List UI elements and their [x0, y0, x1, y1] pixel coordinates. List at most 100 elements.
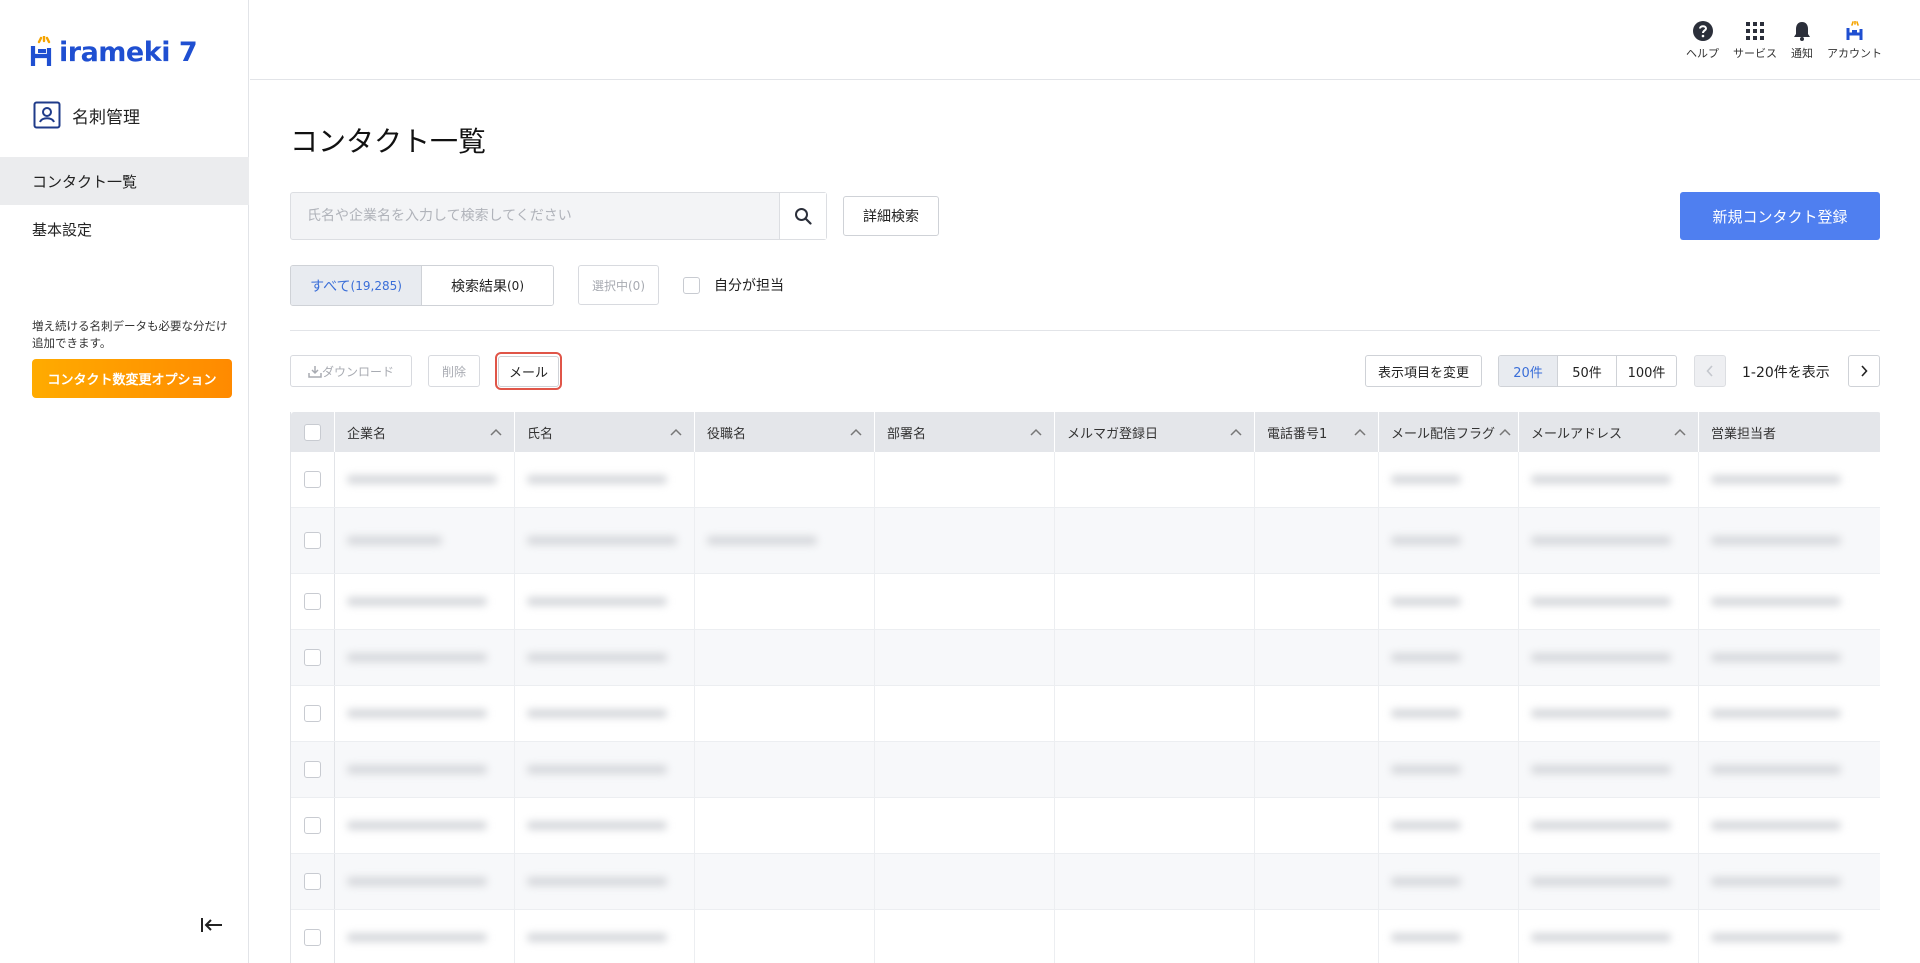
mail-button[interactable]: メール — [495, 352, 562, 390]
column-header-title[interactable]: 役職名 — [695, 412, 875, 452]
row-checkbox[interactable] — [304, 649, 321, 666]
row-checkbox[interactable] — [304, 929, 321, 946]
column-header-newsletter-date[interactable]: メルマガ登録日 — [1055, 412, 1255, 452]
table-cell — [1519, 686, 1699, 741]
redacted-value — [1711, 536, 1841, 545]
delete-button[interactable]: 削除 — [428, 355, 480, 387]
sidebar-item-basic-settings[interactable]: 基本設定 — [0, 205, 249, 253]
column-header-email[interactable]: メールアドレス — [1519, 412, 1699, 452]
redacted-value — [1531, 877, 1671, 886]
sort-up-icon — [670, 428, 682, 436]
new-contact-button[interactable]: 新規コンタクト登録 — [1680, 192, 1880, 240]
column-header-company[interactable]: 企業名 — [335, 412, 515, 452]
collapse-sidebar-button[interactable] — [198, 915, 226, 937]
account-button[interactable]: アカウント — [1827, 20, 1882, 61]
table-cell — [1519, 910, 1699, 963]
table-cell — [1699, 742, 1880, 797]
redacted-value — [1531, 933, 1671, 942]
prev-page-button[interactable] — [1694, 355, 1726, 387]
redacted-value — [1711, 933, 1841, 942]
table-row[interactable] — [291, 798, 1880, 854]
next-page-button[interactable] — [1848, 355, 1880, 387]
row-checkbox[interactable] — [304, 593, 321, 610]
column-header-phone[interactable]: 電話番号1 — [1255, 412, 1379, 452]
tab-search-results[interactable]: 検索結果 (0) — [422, 266, 553, 305]
table-row[interactable] — [291, 742, 1880, 798]
table-cell — [875, 798, 1055, 853]
table-cell — [1055, 574, 1255, 629]
table-cell — [695, 452, 875, 507]
grid-icon — [1746, 22, 1764, 40]
redacted-value — [1391, 653, 1461, 662]
table-row[interactable] — [291, 910, 1880, 963]
row-checkbox-cell — [291, 854, 335, 909]
checkbox[interactable] — [683, 276, 700, 294]
search-input[interactable] — [291, 193, 779, 239]
row-checkbox[interactable] — [304, 471, 321, 488]
table-cell — [1519, 452, 1699, 507]
redacted-value — [1711, 709, 1841, 718]
table-cell — [1379, 742, 1519, 797]
download-button[interactable]: ダウンロード — [290, 355, 412, 387]
redacted-value — [1531, 536, 1671, 545]
table-row[interactable] — [291, 574, 1880, 630]
table-row[interactable] — [291, 452, 1880, 508]
table-row[interactable] — [291, 686, 1880, 742]
table-row[interactable] — [291, 854, 1880, 910]
app-logo[interactable]: irameki 7 — [30, 30, 198, 66]
table-cell — [335, 452, 515, 507]
table-cell — [1255, 686, 1379, 741]
row-checkbox[interactable] — [304, 705, 321, 722]
table-cell — [1519, 574, 1699, 629]
table-cell — [515, 574, 695, 629]
row-checkbox-cell — [291, 452, 335, 507]
sidebar-item-label: 基本設定 — [32, 220, 93, 239]
table-cell — [515, 630, 695, 685]
column-header-mail-flag[interactable]: メール配信フラグ — [1379, 412, 1519, 452]
column-header-department[interactable]: 部署名 — [875, 412, 1055, 452]
table-cell — [335, 574, 515, 629]
table-cell — [695, 854, 875, 909]
column-header-sales-rep[interactable]: 営業担当者 — [1699, 412, 1880, 452]
tab-all[interactable]: すべて (19,285) — [291, 266, 422, 305]
table-cell — [1519, 798, 1699, 853]
table-cell — [335, 508, 515, 573]
redacted-value — [1531, 821, 1671, 830]
redacted-value — [1391, 597, 1461, 606]
redacted-value — [1391, 765, 1461, 774]
page-size-20[interactable]: 20件 — [1499, 356, 1558, 386]
table-row[interactable] — [291, 630, 1880, 686]
table-cell — [1379, 686, 1519, 741]
notifications-button[interactable]: 通知 — [1791, 20, 1813, 61]
change-columns-button[interactable]: 表示項目を変更 — [1365, 355, 1482, 387]
table-cell — [695, 742, 875, 797]
row-checkbox[interactable] — [304, 873, 321, 890]
table-cell — [875, 910, 1055, 963]
redacted-value — [527, 821, 667, 830]
row-checkbox[interactable] — [304, 817, 321, 834]
table-row[interactable] — [291, 508, 1880, 574]
row-checkbox[interactable] — [304, 532, 321, 549]
assigned-to-me-checkbox[interactable]: 自分が担当 — [683, 275, 784, 295]
contact-option-button[interactable]: コンタクト数変更オプション — [32, 359, 232, 398]
selected-count-button[interactable]: 選択中(0) — [578, 265, 659, 305]
row-checkbox[interactable] — [304, 761, 321, 778]
select-all-checkbox[interactable] — [304, 423, 321, 441]
page-range: 1-20件を表示 — [1742, 365, 1830, 381]
advanced-search-button[interactable]: 詳細検索 — [843, 196, 939, 236]
table-cell — [335, 686, 515, 741]
services-button[interactable]: サービス — [1733, 20, 1777, 61]
table-cell — [515, 686, 695, 741]
page-size-50[interactable]: 50件 — [1558, 356, 1617, 386]
table-cell — [515, 854, 695, 909]
table-cell — [515, 508, 695, 573]
sidebar-item-contact-list[interactable]: コンタクト一覧 — [0, 157, 249, 205]
table-cell — [1055, 910, 1255, 963]
help-button[interactable]: ヘルプ — [1686, 20, 1719, 61]
column-header-name[interactable]: 氏名 — [515, 412, 695, 452]
table-cell — [1055, 742, 1255, 797]
search-button[interactable] — [779, 193, 826, 239]
redacted-value — [1391, 821, 1461, 830]
page-size-100[interactable]: 100件 — [1617, 356, 1676, 386]
redacted-value — [1711, 475, 1841, 484]
